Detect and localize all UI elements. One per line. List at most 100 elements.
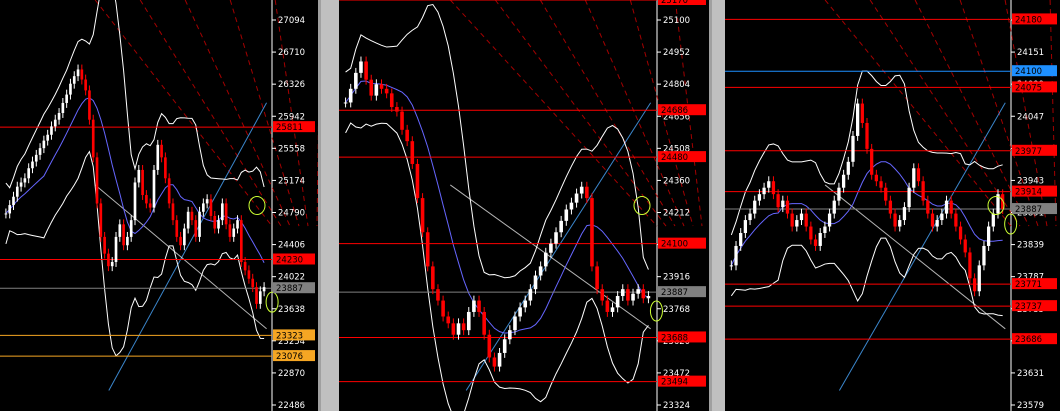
candle-body [972, 278, 977, 292]
candle-body [53, 119, 57, 127]
candle-body [8, 205, 12, 214]
candle-body [395, 107, 399, 112]
candle-body [841, 174, 846, 188]
tick-label: 24047 [1017, 112, 1044, 122]
candle-body [239, 220, 243, 263]
candle-body [88, 90, 91, 120]
level-tag-label: 23686 [1015, 335, 1042, 345]
candle-body [734, 245, 738, 266]
candle-body [569, 202, 574, 210]
tick-label: 24952 [663, 48, 690, 58]
candle-body [145, 195, 148, 204]
trend-line [824, 184, 1006, 330]
level-tag-label: 23914 [1015, 188, 1042, 198]
candle-body [228, 224, 232, 237]
candle-body [818, 233, 822, 246]
candle-body [823, 226, 827, 234]
bollinger-upper [345, 3, 649, 279]
candle-body [549, 243, 553, 253]
candle-body [477, 300, 481, 312]
candle-body [916, 168, 921, 182]
candle-body [65, 94, 68, 103]
candle-body [497, 352, 502, 367]
candle-body [860, 103, 864, 123]
candle-body [374, 84, 379, 96]
tick-label: 25174 [278, 176, 305, 186]
level-tag-label: 24180 [1015, 15, 1042, 25]
level-tag-label: 23076 [276, 352, 303, 362]
candle-body [574, 193, 579, 203]
candle-body [620, 289, 625, 297]
candle-body [982, 245, 986, 266]
candle-body [888, 200, 893, 214]
level-tag-label: 23494 [661, 378, 688, 388]
candle-body [194, 220, 198, 237]
level-tag-label: 23887 [1015, 205, 1042, 215]
candle-body [912, 168, 916, 188]
level-tag-label: 24075 [1015, 83, 1042, 93]
candle-body [425, 232, 430, 267]
level-tag-label: 24480 [661, 153, 688, 163]
candle-body [879, 181, 883, 188]
candle-body [940, 213, 944, 221]
candle-body [991, 213, 995, 227]
candle-body [605, 300, 610, 312]
candle-body [533, 275, 538, 290]
candle-body [175, 220, 179, 237]
candle-body [179, 236, 182, 246]
candle-body [729, 265, 733, 267]
chart-2-svg: 2510024952248042465624508243602421224064… [339, 0, 706, 411]
candle-body [559, 220, 563, 233]
candle-body [255, 287, 258, 304]
level-tag-label: 23977 [1015, 147, 1042, 157]
candle-body [543, 252, 548, 267]
candle-body [76, 69, 80, 77]
tick-label: 25558 [278, 144, 305, 154]
candle-body [739, 233, 743, 246]
bollinger-lower [345, 122, 649, 411]
channel-line [824, 0, 1012, 227]
candle-body [156, 144, 160, 170]
candle-body [963, 239, 967, 253]
level-tag-label: 23887 [276, 284, 303, 294]
candle-body [813, 239, 818, 246]
candle-body [898, 220, 902, 227]
candle-body [95, 157, 99, 204]
candle-body [436, 289, 440, 301]
candle-body [579, 186, 584, 194]
level-tag-label: 23771 [1015, 280, 1042, 290]
tick-label: 23839 [1017, 241, 1044, 251]
candle-body [217, 220, 220, 229]
candle-body [232, 228, 236, 237]
candle-body [508, 330, 512, 340]
candle-body [748, 213, 752, 221]
candle-body [865, 122, 869, 149]
tick-label: 23324 [663, 401, 690, 411]
channel-line [94, 0, 273, 227]
candle-body [224, 203, 228, 225]
candle-body [152, 169, 156, 208]
level-tag-label: 23323 [276, 331, 303, 341]
candle-body [354, 72, 358, 89]
candle-body [379, 84, 384, 89]
candle-body [258, 291, 262, 304]
candle-body [15, 186, 19, 197]
candle-body [23, 178, 27, 183]
annotation-ellipse [649, 300, 663, 322]
candle-body [466, 311, 471, 331]
candle-body [907, 187, 911, 208]
tick-label: 23768 [663, 305, 690, 315]
candle-body [389, 93, 394, 108]
candle-body [348, 88, 353, 103]
candle-body [107, 253, 110, 267]
candle-body [954, 213, 958, 227]
candle-body [757, 194, 762, 201]
candle-body [893, 213, 897, 227]
candle-body [781, 200, 785, 208]
panel-separator-2 [712, 0, 725, 411]
channel-line [449, 0, 658, 227]
candle-body [183, 228, 186, 246]
candle-body [122, 224, 125, 246]
candle-body [84, 79, 87, 91]
candle-body [148, 203, 152, 208]
